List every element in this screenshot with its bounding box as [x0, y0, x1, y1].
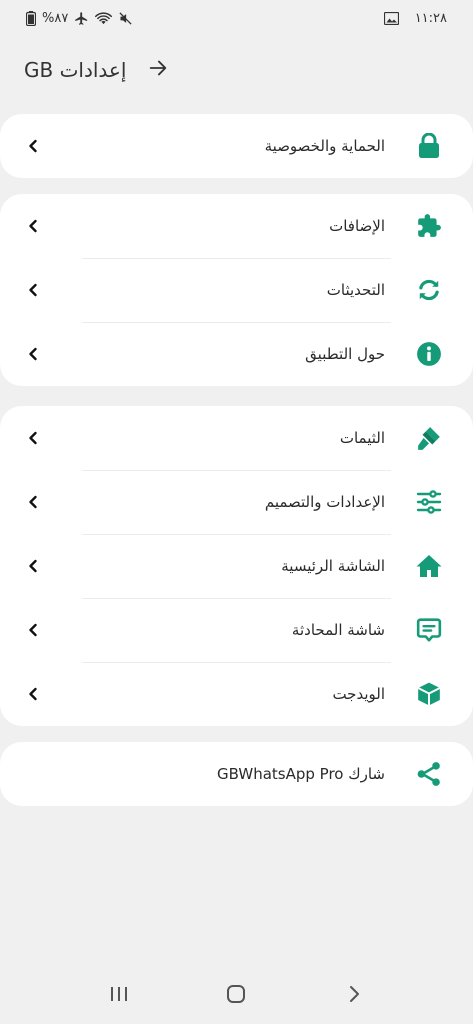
- home-icon: [415, 552, 443, 580]
- paint-icon: [415, 424, 443, 452]
- back-button[interactable]: [144, 56, 172, 84]
- page-title: إعدادات GB: [24, 58, 127, 82]
- sync-icon: [415, 276, 443, 304]
- arrow-back-icon: [147, 57, 169, 83]
- wifi-icon: [95, 11, 113, 26]
- settings-group-appearance: الثيمات الإعدادات والتصميم الشاشة الرئيس…: [0, 406, 473, 726]
- chevron-left-icon: [26, 559, 40, 573]
- status-time: ١١:٢٨: [414, 10, 447, 26]
- chat-icon: [415, 616, 443, 644]
- airplane-icon: [74, 11, 89, 26]
- sliders-icon: [415, 488, 443, 516]
- chevron-left-icon: [26, 139, 40, 153]
- system-nav-bar: [0, 968, 473, 1024]
- settings-item-privacy[interactable]: الحماية والخصوصية: [0, 114, 473, 178]
- home-button-icon: [226, 984, 246, 1008]
- gallery-icon: [383, 11, 399, 25]
- settings-item-label: التحديثات: [326, 281, 385, 299]
- app-header: إعدادات GB: [0, 48, 473, 92]
- home-button[interactable]: [216, 976, 256, 1016]
- chevron-left-icon: [26, 347, 40, 361]
- settings-item-chat-screen[interactable]: شاشة المحادثة: [0, 598, 473, 662]
- settings-item-share[interactable]: شارك GBWhatsApp Pro: [0, 742, 473, 806]
- settings-item-widget[interactable]: الويدجت: [0, 662, 473, 726]
- status-bar: %٨٧ ١١:٢٨: [0, 0, 473, 36]
- chevron-left-icon: [26, 495, 40, 509]
- settings-group-share: شارك GBWhatsApp Pro: [0, 742, 473, 806]
- settings-item-home-screen[interactable]: الشاشة الرئيسية: [0, 534, 473, 598]
- settings-item-label: الويدجت: [332, 685, 385, 703]
- battery-percent: %٨٧: [42, 10, 69, 26]
- settings-item-design[interactable]: الإعدادات والتصميم: [0, 470, 473, 534]
- status-left: %٨٧: [26, 10, 133, 26]
- recents-icon: [109, 985, 129, 1007]
- settings-item-themes[interactable]: الثيمات: [0, 406, 473, 470]
- settings-group-app: الإضافات التحديثات حول التطبيق: [0, 194, 473, 386]
- settings-item-addons[interactable]: الإضافات: [0, 194, 473, 258]
- lock-icon: [415, 132, 443, 160]
- settings-item-label: شارك GBWhatsApp Pro: [217, 765, 385, 783]
- chevron-left-icon: [26, 219, 40, 233]
- chevron-left-icon: [26, 431, 40, 445]
- battery-icon: [26, 10, 36, 26]
- chevron-left-icon: [26, 283, 40, 297]
- settings-group-privacy: الحماية والخصوصية: [0, 114, 473, 178]
- puzzle-icon: [415, 212, 443, 240]
- status-right: ١١:٢٨: [383, 10, 447, 26]
- settings-item-label: شاشة المحادثة: [291, 621, 385, 639]
- share-icon: [415, 760, 443, 788]
- settings-item-label: حول التطبيق: [305, 345, 385, 363]
- settings-item-about[interactable]: حول التطبيق: [0, 322, 473, 386]
- mute-icon: [118, 11, 133, 26]
- settings-item-label: الحماية والخصوصية: [264, 137, 385, 155]
- nav-back-icon: [347, 985, 361, 1007]
- chevron-left-icon: [26, 687, 40, 701]
- settings-item-label: الثيمات: [339, 429, 385, 447]
- cube-icon: [415, 680, 443, 708]
- settings-item-updates[interactable]: التحديثات: [0, 258, 473, 322]
- settings-item-label: الإعدادات والتصميم: [264, 493, 385, 511]
- chevron-left-icon: [26, 623, 40, 637]
- settings-item-label: الإضافات: [329, 217, 385, 235]
- info-icon: [415, 340, 443, 368]
- settings-item-label: الشاشة الرئيسية: [281, 557, 385, 575]
- recents-button[interactable]: [99, 976, 139, 1016]
- nav-back-button[interactable]: [334, 976, 374, 1016]
